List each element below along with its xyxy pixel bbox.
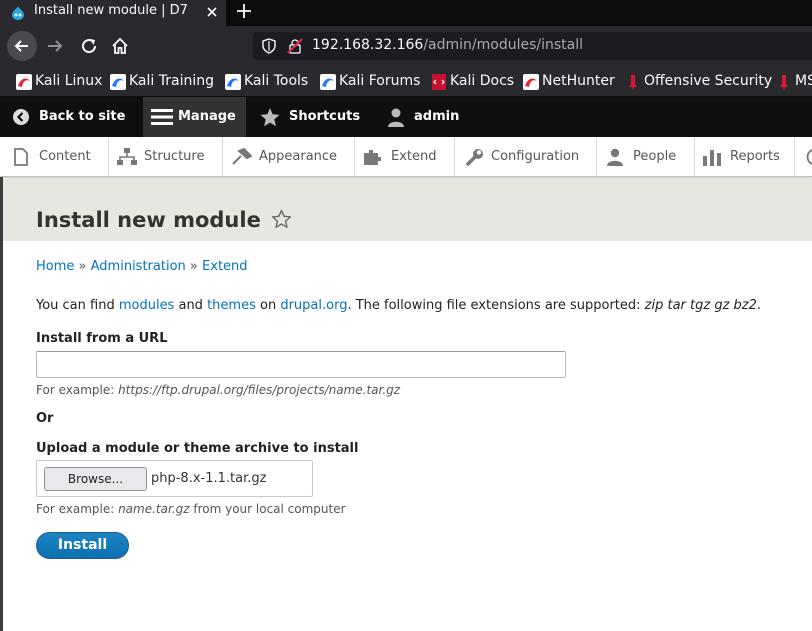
hamburger-icon (151, 108, 173, 126)
supported-extensions: zip tar tgz gz bz2 (644, 298, 757, 313)
reload-icon[interactable] (79, 36, 99, 56)
home-icon[interactable] (110, 36, 130, 56)
install-url-label: Install from a URL (36, 331, 168, 346)
intro-text: You can find modules and themes on drupa… (36, 298, 762, 313)
back-to-site-button[interactable]: Back to site (0, 97, 138, 137)
tray-item-appearance[interactable]: Appearance (223, 137, 355, 176)
close-icon[interactable] (204, 4, 220, 20)
themes-link[interactable]: themes (207, 298, 256, 313)
tray-item-configuration[interactable]: Configuration (455, 137, 597, 176)
offsec-icon (625, 74, 641, 90)
breadcrumb: Home » Administration » Extend (36, 259, 248, 274)
tab-title: Install new module | D7 (34, 3, 188, 18)
kali-icon (110, 74, 126, 90)
structure-icon (117, 148, 137, 166)
forward-arrow-icon[interactable] (45, 36, 65, 56)
reports-icon (703, 148, 723, 166)
drupal-org-link[interactable]: drupal.org (280, 298, 347, 313)
people-icon (606, 148, 624, 166)
star-icon (260, 108, 280, 127)
breadcrumb-extend[interactable]: Extend (202, 259, 248, 274)
page-title: Install new module (36, 208, 261, 232)
help-icon (806, 148, 812, 166)
install-button[interactable]: Install (36, 532, 129, 559)
tray-item-help[interactable] (795, 137, 812, 176)
breadcrumb-separator: » (189, 259, 198, 274)
appearance-icon (232, 148, 252, 166)
breadcrumb-separator: » (78, 259, 87, 274)
favorite-star-icon[interactable] (271, 209, 292, 229)
kali-icon (225, 74, 241, 90)
user-icon (386, 108, 406, 127)
insecure-lock-icon[interactable] (287, 38, 303, 54)
browser-tab[interactable]: Install new module | D7 (0, 0, 226, 26)
plus-icon[interactable] (235, 2, 253, 20)
tray-item-people[interactable]: People (597, 137, 695, 176)
user-tab[interactable]: admin (375, 97, 475, 137)
browse-button[interactable]: Browse... (44, 467, 147, 491)
back-button[interactable] (7, 31, 37, 61)
tray-item-reports[interactable]: Reports (695, 137, 795, 176)
tray-item-extend[interactable]: Extend (355, 137, 455, 176)
kali-icon (320, 74, 336, 90)
or-label: Or (36, 411, 54, 426)
breadcrumb-home[interactable]: Home (36, 259, 74, 274)
shield-icon[interactable] (261, 38, 277, 54)
configuration-icon (464, 148, 484, 166)
offsec-icon (776, 74, 792, 90)
address-bar[interactable]: 192.168.32.166/admin/modules/install (253, 32, 812, 60)
docs-icon (431, 74, 447, 90)
content-icon (14, 148, 28, 166)
page-header: Install new module (3, 179, 812, 241)
browser-tab-strip: Install new module | D7 (0, 0, 812, 26)
drupal-favicon-icon (10, 5, 26, 21)
manage-tab[interactable]: Manage (143, 97, 246, 137)
shortcuts-tab[interactable]: Shortcuts (250, 97, 370, 137)
url-host: 192.168.32.166 (312, 37, 424, 53)
modules-link[interactable]: modules (119, 298, 175, 313)
viewport-left-border (0, 177, 3, 631)
tray-item-structure[interactable]: Structure (109, 137, 223, 176)
tray-item-content[interactable]: Content (0, 137, 109, 176)
upload-description: For example: name.tar.gz from your local… (36, 502, 346, 516)
upload-label: Upload a module or theme archive to inst… (36, 441, 359, 456)
file-upload-field[interactable]: Browse... php-8.x-1.1.tar.gz (36, 460, 313, 497)
extend-icon (363, 148, 383, 166)
bookmarks-bar: Kali Linux Kali Training Kali Tools Kali… (0, 66, 812, 97)
admin-toolbar-tray: Content Structure Appearance Extend Conf… (0, 137, 812, 177)
nethunter-icon (523, 74, 539, 90)
admin-toolbar: Back to site Manage Shortcuts admin (0, 97, 812, 137)
url-description: For example: https://ftp.drupal.org/file… (36, 383, 401, 397)
install-url-input[interactable] (36, 351, 566, 378)
url-text: 192.168.32.166/admin/modules/install (312, 37, 583, 53)
url-path: /admin/modules/install (423, 37, 584, 53)
back-circle-icon (12, 108, 30, 126)
selected-file-name: php-8.x-1.1.tar.gz (151, 471, 267, 486)
breadcrumb-administration[interactable]: Administration (91, 259, 186, 274)
browser-nav-bar: 192.168.32.166/admin/modules/install (0, 26, 812, 66)
kali-icon (16, 74, 32, 90)
